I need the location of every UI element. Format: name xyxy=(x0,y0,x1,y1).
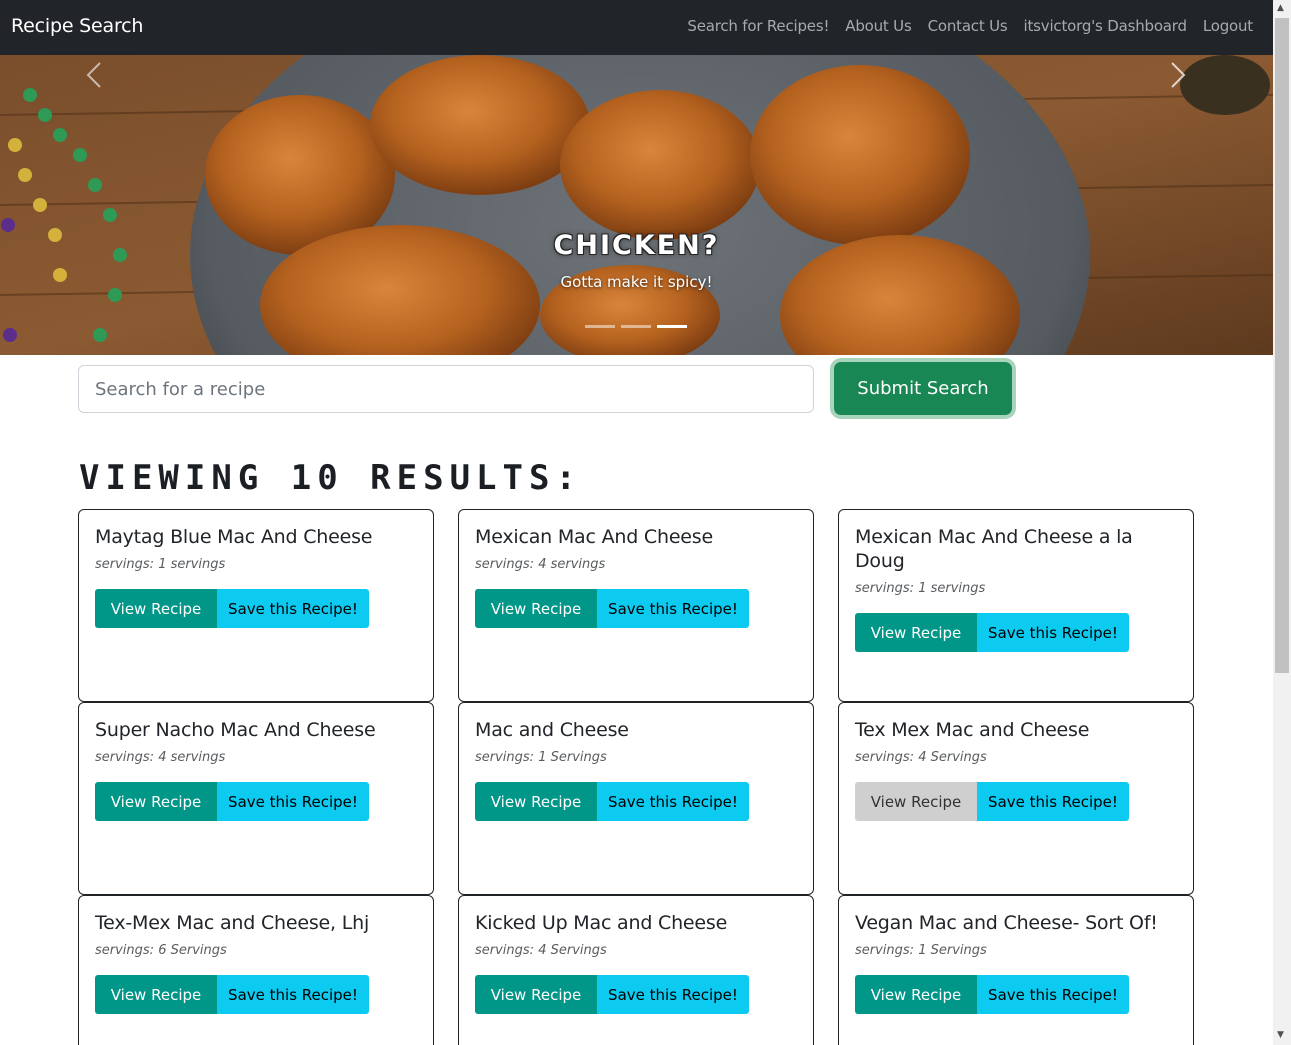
recipe-card: Mexican Mac And Cheese servings: 4 servin… xyxy=(458,509,814,702)
view-recipe-button[interactable]: View Recipe xyxy=(95,589,217,628)
recipe-card: Kicked Up Mac and Cheese servings: 4 Serv… xyxy=(458,895,814,1045)
recipe-actions: View Recipe Save this Recipe! xyxy=(475,782,797,821)
navbar: Recipe Search Search for Recipes! About … xyxy=(0,0,1273,55)
recipe-servings: servings: 4 Servings xyxy=(855,750,987,765)
view-recipe-button[interactable]: View Recipe xyxy=(855,975,977,1014)
view-recipe-button[interactable]: View Recipe xyxy=(95,975,217,1014)
recipe-title: Super Nacho Mac And Cheese xyxy=(95,719,376,741)
submit-search-button[interactable]: Submit Search xyxy=(834,362,1012,415)
view-recipe-button[interactable]: View Recipe xyxy=(855,613,977,652)
recipe-servings: servings: 4 servings xyxy=(475,557,606,572)
recipe-card: Tex Mex Mac and Cheese servings: 4 Servin… xyxy=(838,702,1194,895)
recipe-servings: servings: 4 servings xyxy=(95,750,226,765)
view-recipe-button[interactable]: View Recipe xyxy=(855,782,977,821)
save-recipe-button[interactable]: Save this Recipe! xyxy=(597,975,749,1014)
recipe-card: Maytag Blue Mac And Cheese servings: 1 se… xyxy=(78,509,434,702)
recipe-actions: View Recipe Save this Recipe! xyxy=(855,613,1177,652)
recipe-servings: servings: 1 Servings xyxy=(475,750,607,765)
nav-link-contact[interactable]: Contact Us xyxy=(928,17,1008,35)
recipe-title: Tex-Mex Mac and Cheese, Lhj xyxy=(95,912,370,934)
carousel-indicator-2[interactable] xyxy=(621,325,651,328)
recipe-card: Mac and Cheese servings: 1 Servings View R… xyxy=(458,702,814,895)
brand-link[interactable]: Recipe Search xyxy=(11,15,143,37)
view-recipe-button[interactable]: View Recipe xyxy=(475,975,597,1014)
recipe-actions: View Recipe Save this Recipe! xyxy=(855,975,1177,1014)
save-recipe-button[interactable]: Save this Recipe! xyxy=(977,975,1129,1014)
hero-carousel: CHICKEN? Gotta make it spicy! xyxy=(0,55,1273,355)
results-heading: VIEWING 10 RESULTS: xyxy=(79,458,582,498)
carousel-prev-icon[interactable] xyxy=(80,55,110,95)
recipe-card: Vegan Mac and Cheese- Sort Of! servings: … xyxy=(838,895,1194,1045)
recipe-title: Mexican Mac And Cheese xyxy=(475,526,713,548)
search-input[interactable] xyxy=(78,365,814,413)
view-recipe-button[interactable]: View Recipe xyxy=(95,782,217,821)
carousel-caption: CHICKEN? Gotta make it spicy! xyxy=(0,230,1273,291)
nav-link-logout[interactable]: Logout xyxy=(1203,17,1253,35)
save-recipe-button[interactable]: Save this Recipe! xyxy=(217,589,369,628)
recipe-servings: servings: 1 servings xyxy=(95,557,226,572)
carousel-subtitle: Gotta make it spicy! xyxy=(560,273,713,291)
recipe-servings: servings: 6 Servings xyxy=(95,943,227,958)
save-recipe-button[interactable]: Save this Recipe! xyxy=(217,782,369,821)
recipe-title: Mac and Cheese xyxy=(475,719,629,741)
recipe-title: Kicked Up Mac and Cheese xyxy=(475,912,728,934)
save-recipe-button[interactable]: Save this Recipe! xyxy=(977,782,1129,821)
recipe-title: Mexican Mac And Cheese a la Doug xyxy=(855,526,1133,572)
nav-link-dashboard[interactable]: itsvictorg's Dashboard xyxy=(1024,17,1188,35)
recipe-servings: servings: 4 Servings xyxy=(475,943,607,958)
recipe-actions: View Recipe Save this Recipe! xyxy=(95,975,417,1014)
save-recipe-button[interactable]: Save this Recipe! xyxy=(597,782,749,821)
recipe-actions: View Recipe Save this Recipe! xyxy=(475,975,797,1014)
nav-link-search-recipes[interactable]: Search for Recipes! xyxy=(687,17,829,35)
nav-link-about[interactable]: About Us xyxy=(845,17,912,35)
carousel-indicator-1[interactable] xyxy=(585,325,615,328)
carousel-title: CHICKEN? xyxy=(553,230,720,261)
recipe-actions: View Recipe Save this Recipe! xyxy=(475,589,797,628)
save-recipe-button[interactable]: Save this Recipe! xyxy=(977,613,1129,652)
nav-links: Search for Recipes! About Us Contact Us … xyxy=(687,17,1253,35)
scroll-up-icon[interactable]: ▲ xyxy=(1277,3,1284,13)
hero-food-image xyxy=(0,55,1273,355)
save-recipe-button[interactable]: Save this Recipe! xyxy=(597,589,749,628)
scrollbar-thumb[interactable] xyxy=(1275,18,1289,673)
save-recipe-button[interactable]: Save this Recipe! xyxy=(217,975,369,1014)
carousel-next-icon[interactable] xyxy=(1162,55,1192,95)
view-recipe-button[interactable]: View Recipe xyxy=(475,782,597,821)
recipe-actions: View Recipe Save this Recipe! xyxy=(95,782,417,821)
carousel-indicators xyxy=(585,325,687,328)
recipe-title: Vegan Mac and Cheese- Sort Of! xyxy=(855,912,1158,934)
recipe-card: Tex-Mex Mac and Cheese, Lhj servings: 6 S… xyxy=(78,895,434,1045)
recipe-title: Tex Mex Mac and Cheese xyxy=(855,719,1090,741)
recipe-title: Maytag Blue Mac And Cheese xyxy=(95,526,373,548)
recipe-card: Super Nacho Mac And Cheese servings: 4 se… xyxy=(78,702,434,895)
recipe-servings: servings: 1 Servings xyxy=(855,943,987,958)
scroll-down-icon[interactable]: ▼ xyxy=(1277,1030,1284,1040)
recipe-actions: View Recipe Save this Recipe! xyxy=(95,589,417,628)
recipe-actions: View Recipe Save this Recipe! xyxy=(855,782,1177,821)
view-recipe-button[interactable]: View Recipe xyxy=(475,589,597,628)
carousel-indicator-3[interactable] xyxy=(657,325,687,328)
recipe-servings: servings: 1 servings xyxy=(855,581,986,596)
recipe-card: Mexican Mac And Cheese a la Doug servings… xyxy=(838,509,1194,702)
